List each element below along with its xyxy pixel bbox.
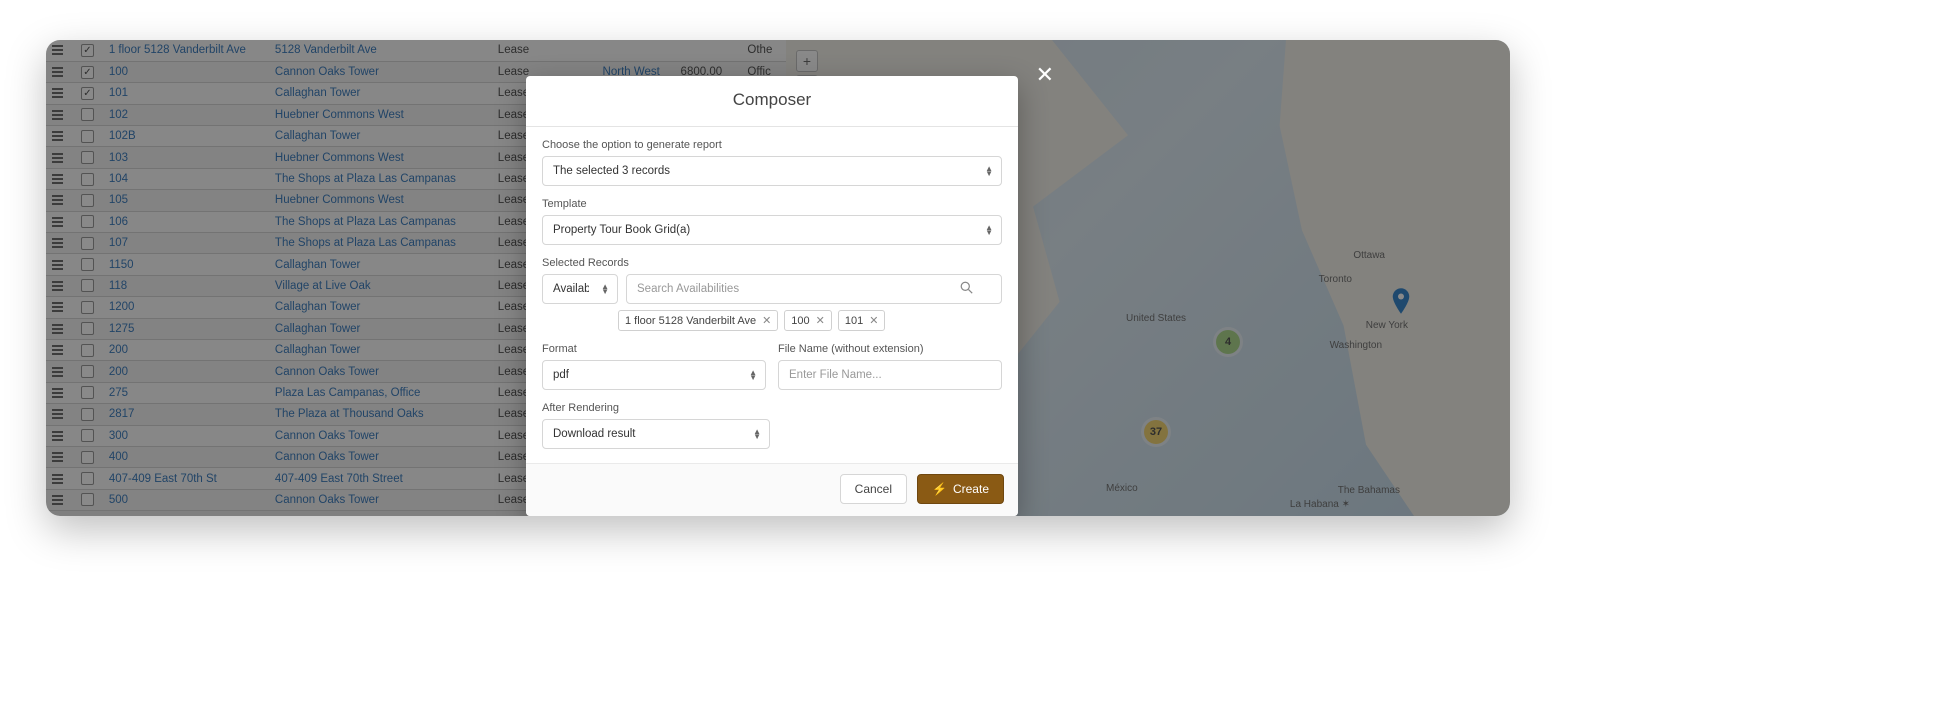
record-type-value: Availabilit (553, 283, 589, 295)
after-rendering-label: After Rendering (542, 402, 1002, 414)
chip-label: 1 floor 5128 Vanderbilt Ave (625, 315, 756, 327)
filename-label: File Name (without extension) (778, 343, 1002, 355)
chip-remove-icon[interactable]: ✕ (869, 314, 878, 327)
filename-input[interactable]: Enter File Name... (778, 360, 1002, 390)
chip-label: 100 (791, 315, 809, 327)
format-value: pdf (553, 369, 569, 381)
create-button[interactable]: ⚡ Create (917, 474, 1004, 504)
cancel-button[interactable]: Cancel (840, 474, 907, 504)
stepper-icon: ▲▼ (985, 225, 993, 235)
selected-chips: 1 floor 5128 Vanderbilt Ave ✕ 100 ✕ 101 ✕ (542, 310, 1002, 331)
format-label: Format (542, 343, 766, 355)
composer-modal: ✕ Composer Choose the option to generate… (526, 76, 1018, 516)
search-placeholder: Search Availabilities (637, 283, 739, 295)
after-rendering-value: Download result (553, 428, 635, 440)
chip-remove-icon[interactable]: ✕ (816, 314, 825, 327)
selected-records-label: Selected Records (542, 257, 1002, 269)
create-button-label: Create (953, 482, 989, 496)
stepper-icon: ▲▼ (749, 370, 757, 380)
stepper-icon: ▲▼ (985, 166, 993, 176)
stepper-icon: ▲▼ (753, 429, 761, 439)
after-rendering-select[interactable]: Download result ▲▼ (542, 419, 770, 449)
stepper-icon: ▲▼ (601, 284, 609, 294)
search-icon (960, 281, 973, 297)
template-select-value: Property Tour Book Grid(a) (553, 224, 690, 236)
chip-label: 101 (845, 315, 863, 327)
option-select-value: The selected 3 records (553, 165, 670, 177)
selected-record-chip: 1 floor 5128 Vanderbilt Ave ✕ (618, 310, 778, 331)
template-label: Template (542, 198, 1002, 210)
modal-title: Composer (526, 76, 1018, 127)
template-select[interactable]: Property Tour Book Grid(a) ▲▼ (542, 215, 1002, 245)
chip-remove-icon[interactable]: ✕ (762, 314, 771, 327)
bolt-icon: ⚡ (932, 482, 947, 496)
option-label: Choose the option to generate report (542, 139, 1002, 151)
record-type-select[interactable]: Availabilit ▲▼ (542, 274, 618, 304)
search-availabilities-input[interactable]: Search Availabilities (626, 274, 1002, 304)
option-select[interactable]: The selected 3 records ▲▼ (542, 156, 1002, 186)
app-window: ✓1 floor 5128 Vanderbilt Ave5128 Vanderb… (46, 40, 1510, 516)
close-icon[interactable]: ✕ (1036, 62, 1054, 88)
format-select[interactable]: pdf ▲▼ (542, 360, 766, 390)
filename-placeholder: Enter File Name... (789, 369, 882, 381)
selected-record-chip: 100 ✕ (784, 310, 832, 331)
selected-record-chip: 101 ✕ (838, 310, 886, 331)
